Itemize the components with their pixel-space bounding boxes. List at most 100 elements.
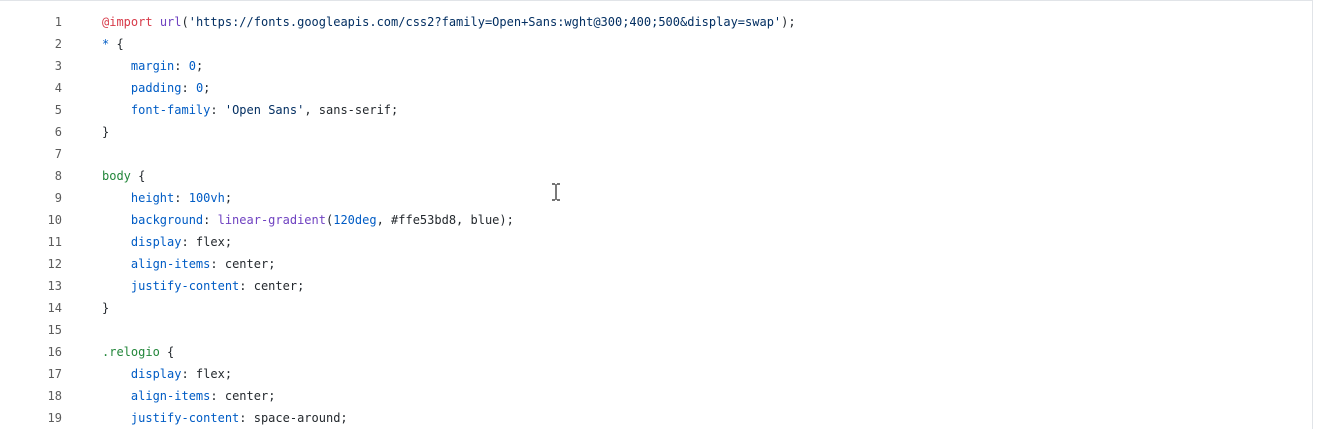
code-token: } [102,301,110,315]
code-line[interactable]: 16 .relogio { [0,341,1312,363]
line-content: display: flex; [102,231,232,253]
code-token: linear-gradient [217,213,326,227]
code-token: 'Open Sans' [224,103,305,117]
code-line[interactable]: 15 [0,319,1312,341]
code-token: : [203,213,218,227]
code-token: @import [102,15,153,29]
code-token: { [109,37,124,51]
code-line[interactable]: 13 justify-content: center; [0,275,1312,297]
code-line[interactable]: 12 align-items: center; [0,253,1312,275]
code-token: height [130,191,175,205]
code-token: ; [195,59,204,73]
line-content: @import url('https://fonts.googleapis.co… [102,11,796,33]
line-content: justify-content: center; [102,275,304,297]
code-token: : [174,59,189,73]
code-token: : flex; [181,367,233,381]
code-lines: 1 @import url('https://fonts.googleapis.c… [0,1,1312,429]
line-content: align-items: center; [102,253,276,275]
code-token: display [130,367,182,381]
code-line[interactable]: 9 height: 100vh; [0,187,1312,209]
code-token: 0 [188,59,196,73]
code-token: : flex; [181,235,233,249]
line-content: font-family: 'Open Sans', sans-serif; [102,99,398,121]
code-token: : [181,81,196,95]
code-line[interactable]: 5 font-family: 'Open Sans', sans-serif; [0,99,1312,121]
code-token: , sans-serif; [304,103,399,117]
code-token: justify-content [130,279,240,293]
code-line[interactable]: 1 @import url('https://fonts.googleapis.c… [0,11,1312,33]
code-line[interactable]: 10 background: linear-gradient(120deg, #… [0,209,1312,231]
line-number: 6 [54,125,62,139]
code-token: padding [130,81,182,95]
code-viewer[interactable]: 1 @import url('https://fonts.googleapis.c… [0,0,1313,429]
code-token: ; [224,191,233,205]
code-token: font-family [130,103,211,117]
line-number: 16 [47,345,62,359]
line-content: padding: 0; [102,77,211,99]
text-cursor-icon [552,183,560,201]
line-number: 8 [54,169,62,183]
code-line[interactable]: 7 [0,143,1312,165]
code-token: background [130,213,204,227]
code-token: margin [130,59,175,73]
code-token: : center; [210,389,276,403]
line-content: .relogio { [102,341,174,363]
code-line[interactable]: 4 padding: 0; [0,77,1312,99]
line-number: 4 [54,81,62,95]
code-token: : center; [239,279,305,293]
code-token: { [130,169,146,183]
line-content: margin: 0; [102,55,203,77]
code-token: : [174,191,189,205]
code-line[interactable]: 6} [0,121,1312,143]
code-token: : center; [210,257,276,271]
line-number: 13 [47,279,62,293]
code-token: justify-content [130,411,240,425]
code-token: , #ffe53bd8, blue); [376,213,514,227]
code-token: align-items [130,257,211,271]
code-token: : space-around; [239,411,348,425]
line-number: 12 [47,257,62,271]
line-number: 15 [47,323,62,337]
line-number: 7 [54,147,62,161]
code-line[interactable]: 18 align-items: center; [0,385,1312,407]
code-token: body [102,169,131,183]
line-number: 3 [54,59,62,73]
code-token: ); [781,15,796,29]
line-number: 1 [54,15,62,29]
code-line[interactable]: 2 * { [0,33,1312,55]
line-number: 18 [47,389,62,403]
line-content: display: flex; [102,363,232,385]
code-token: 120deg [333,213,377,227]
code-token: { [159,345,175,359]
line-number: 19 [47,411,62,425]
line-number: 9 [54,191,62,205]
code-line[interactable]: 3 margin: 0; [0,55,1312,77]
code-line[interactable]: 8 body { [0,165,1312,187]
code-line[interactable]: 19 justify-content: space-around; [0,407,1312,429]
code-token: ( [181,15,189,29]
line-number: 11 [47,235,62,249]
code-line[interactable]: 11 display: flex; [0,231,1312,253]
code-line[interactable]: 17 display: flex; [0,363,1312,385]
line-content: height: 100vh; [102,187,232,209]
code-token: url [159,15,182,29]
line-content: align-items: center; [102,385,276,407]
code-token: : [210,103,225,117]
line-content: body { [102,165,145,187]
line-number: 5 [54,103,62,117]
code-token: display [130,235,182,249]
line-number: 17 [47,367,62,381]
code-token: .relogio [102,345,160,359]
code-line[interactable]: 14} [0,297,1312,319]
code-token: align-items [130,389,211,403]
line-number: 14 [47,301,62,315]
